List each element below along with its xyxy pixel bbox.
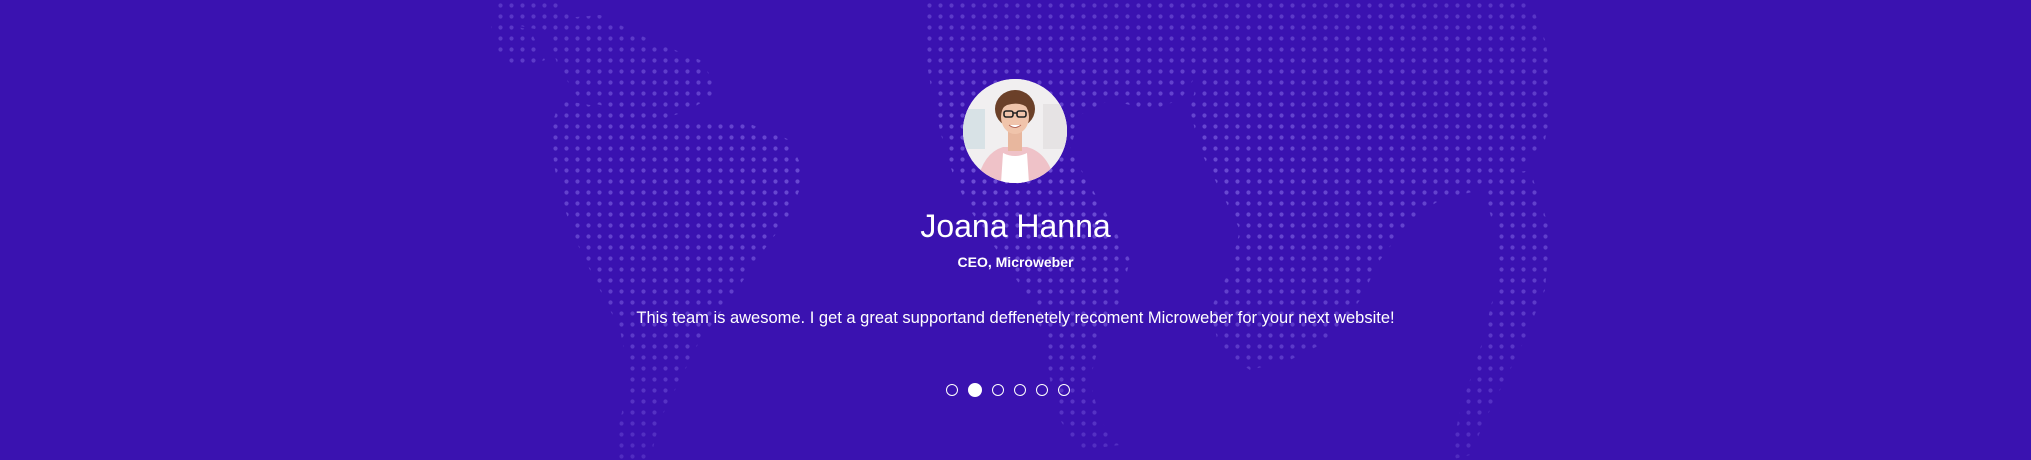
carousel-dot-3[interactable]: [992, 384, 1004, 396]
carousel-dot-2[interactable]: [968, 383, 982, 397]
testimonial-section: Joana Hanna CEO, Microweber This team is…: [0, 0, 2031, 460]
carousel-dot-5[interactable]: [1036, 384, 1048, 396]
person-name: Joana Hanna: [920, 208, 1111, 244]
person-role: CEO, Microweber: [957, 254, 1074, 270]
carousel-pagination: [946, 383, 1070, 402]
carousel-dot-6[interactable]: [1058, 384, 1070, 396]
testimonial-content: Joana Hanna CEO, Microweber This team is…: [0, 0, 2031, 460]
carousel-dot-4[interactable]: [1014, 384, 1026, 396]
person-photo-icon: [963, 79, 1067, 183]
carousel-dot-1[interactable]: [946, 384, 958, 396]
avatar: [963, 79, 1067, 183]
testimonial-quote: This team is awesome. I get a great supp…: [636, 309, 1395, 327]
